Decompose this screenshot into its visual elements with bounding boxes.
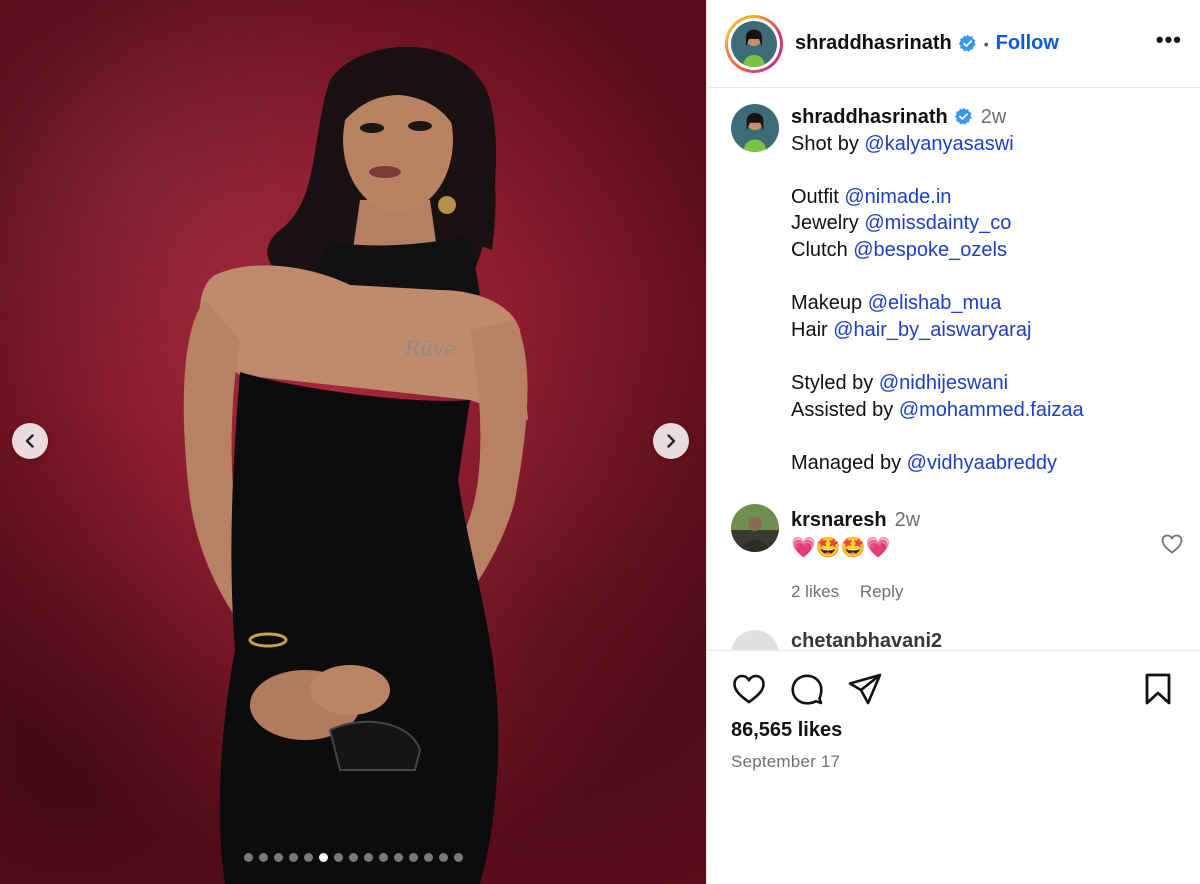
caption-line-label: Styled by <box>791 371 879 394</box>
like-heart-icon[interactable] <box>731 671 767 707</box>
caption-line: Hair @hair_by_aiswaryaraj <box>791 317 1084 344</box>
mention-link[interactable]: @vidhyaabreddy <box>907 452 1057 474</box>
comment-username[interactable]: krsnaresh <box>791 509 887 531</box>
caption-line-label: Hair <box>791 318 834 341</box>
carousel-dot <box>303 853 313 862</box>
mention-link[interactable]: @nimade.in <box>844 186 951 208</box>
mention-link[interactable]: @kalyanyasaswi <box>864 133 1013 155</box>
carousel-dot <box>243 853 253 862</box>
caption-line-label: Managed by <box>791 451 907 474</box>
caption-line-label: Makeup <box>791 292 868 315</box>
chevron-right-icon <box>667 434 676 448</box>
comment-bubble-icon[interactable] <box>789 671 825 707</box>
comment-item-partial: chetanbhavani2 <box>731 630 1180 650</box>
caption-line: Makeup @elishab_mua <box>791 290 1084 317</box>
caption-text: Shot by @kalyanyasaswi Outfit @nimade.in J… <box>791 131 1084 477</box>
mention-link[interactable]: @hair_by_aiswaryaraj <box>833 319 1031 341</box>
post-actions: 86,565 likes September 17 <box>707 650 1200 772</box>
caption-line-label: Clutch <box>791 238 854 261</box>
chevron-left-icon <box>25 434 34 448</box>
comment-item: krsnaresh 2w 💗🤩🤩💗 2 likes Reply <box>731 504 1183 606</box>
avatar[interactable] <box>731 504 779 553</box>
post-side-panel: shraddhasrinath • Follow ••• shraddhasri… <box>706 0 1200 884</box>
caption-line: Clutch @bespoke_ozels <box>791 237 1084 264</box>
caption-line-label: Jewelry <box>791 212 865 235</box>
verified-badge-icon <box>958 34 976 52</box>
carousel-dot <box>453 853 463 862</box>
svg-text:Rüve: Rüve <box>404 336 456 360</box>
caption-line: Shot by @kalyanyasaswi <box>791 131 1084 158</box>
carousel-dot <box>333 853 343 862</box>
post-photo: Rüve <box>183 46 528 884</box>
caption-line-label: Assisted by <box>791 398 899 421</box>
caption-line: Jewelry @missdainty_co <box>791 210 1084 237</box>
avatar[interactable] <box>731 104 779 152</box>
previous-image-button[interactable] <box>12 423 48 459</box>
caption-line: Outfit @nimade.in <box>791 184 1084 211</box>
header-separator: • <box>983 35 989 52</box>
mention-link[interactable]: @missdainty_co <box>864 212 1011 234</box>
like-comment-heart-icon[interactable] <box>1160 532 1184 556</box>
carousel-dot <box>273 853 283 862</box>
carousel-indicator <box>0 853 706 862</box>
mention-link[interactable]: @nidhijeswani <box>879 372 1008 394</box>
carousel-dot <box>393 853 403 862</box>
carousel-dot <box>348 853 358 862</box>
carousel-dot <box>438 853 448 862</box>
carousel-dot <box>258 853 268 862</box>
caption-line: Assisted by @mohammed.faizaa <box>791 397 1084 424</box>
more-options-icon[interactable]: ••• <box>1156 27 1182 61</box>
comment-username[interactable]: chetanbhavani2 <box>791 630 942 650</box>
mention-link[interactable]: @elishab_mua <box>868 292 1002 314</box>
verified-badge-icon <box>954 107 972 125</box>
save-bookmark-icon[interactable] <box>1140 671 1176 707</box>
caption-username[interactable]: shraddhasrinath <box>791 106 948 128</box>
comments-section[interactable]: shraddhasrinath 2w Shot by @kalyanyasaswi… <box>707 88 1200 650</box>
header-username[interactable]: shraddhasrinath <box>795 32 952 55</box>
caption-line-label: Outfit <box>791 185 845 208</box>
carousel-dot <box>423 853 433 862</box>
comment-text: 💗🤩🤩💗 <box>791 537 891 560</box>
profile-avatar-story-ring[interactable] <box>725 14 783 73</box>
next-image-button[interactable] <box>653 423 689 459</box>
caption-timestamp: 2w <box>980 106 1007 128</box>
likes-count[interactable]: 86,565 likes <box>731 719 1176 742</box>
carousel-dot <box>288 853 298 862</box>
caption-line: Managed by @vidhyaabreddy <box>791 450 1084 477</box>
post-header: shraddhasrinath • Follow ••• <box>707 0 1200 88</box>
follow-button[interactable]: Follow <box>996 32 1059 55</box>
post-caption: shraddhasrinath 2w Shot by @kalyanyasaswi… <box>731 104 1180 476</box>
post-date[interactable]: September 17 <box>731 752 1176 772</box>
share-paper-plane-icon[interactable] <box>847 671 883 707</box>
caption-line: Styled by @nidhijeswani <box>791 370 1084 397</box>
post-dialog: Rüve shraddhasrinath • Follow ••• shradd… <box>0 0 1200 884</box>
comment-likes[interactable]: 2 likes <box>791 582 839 601</box>
carousel-dot-active <box>318 853 328 862</box>
post-media[interactable]: Rüve <box>0 0 706 884</box>
avatar[interactable] <box>731 630 779 650</box>
comment-timestamp: 2w <box>894 509 921 532</box>
carousel-dot <box>363 853 373 862</box>
caption-line-label: Shot by <box>791 132 865 155</box>
avatar <box>731 20 777 67</box>
reply-button[interactable]: Reply <box>860 582 903 601</box>
mention-link[interactable]: @mohammed.faizaa <box>899 399 1084 421</box>
carousel-dot <box>378 853 388 862</box>
mention-link[interactable]: @bespoke_ozels <box>853 239 1007 261</box>
carousel-dot <box>408 853 418 862</box>
